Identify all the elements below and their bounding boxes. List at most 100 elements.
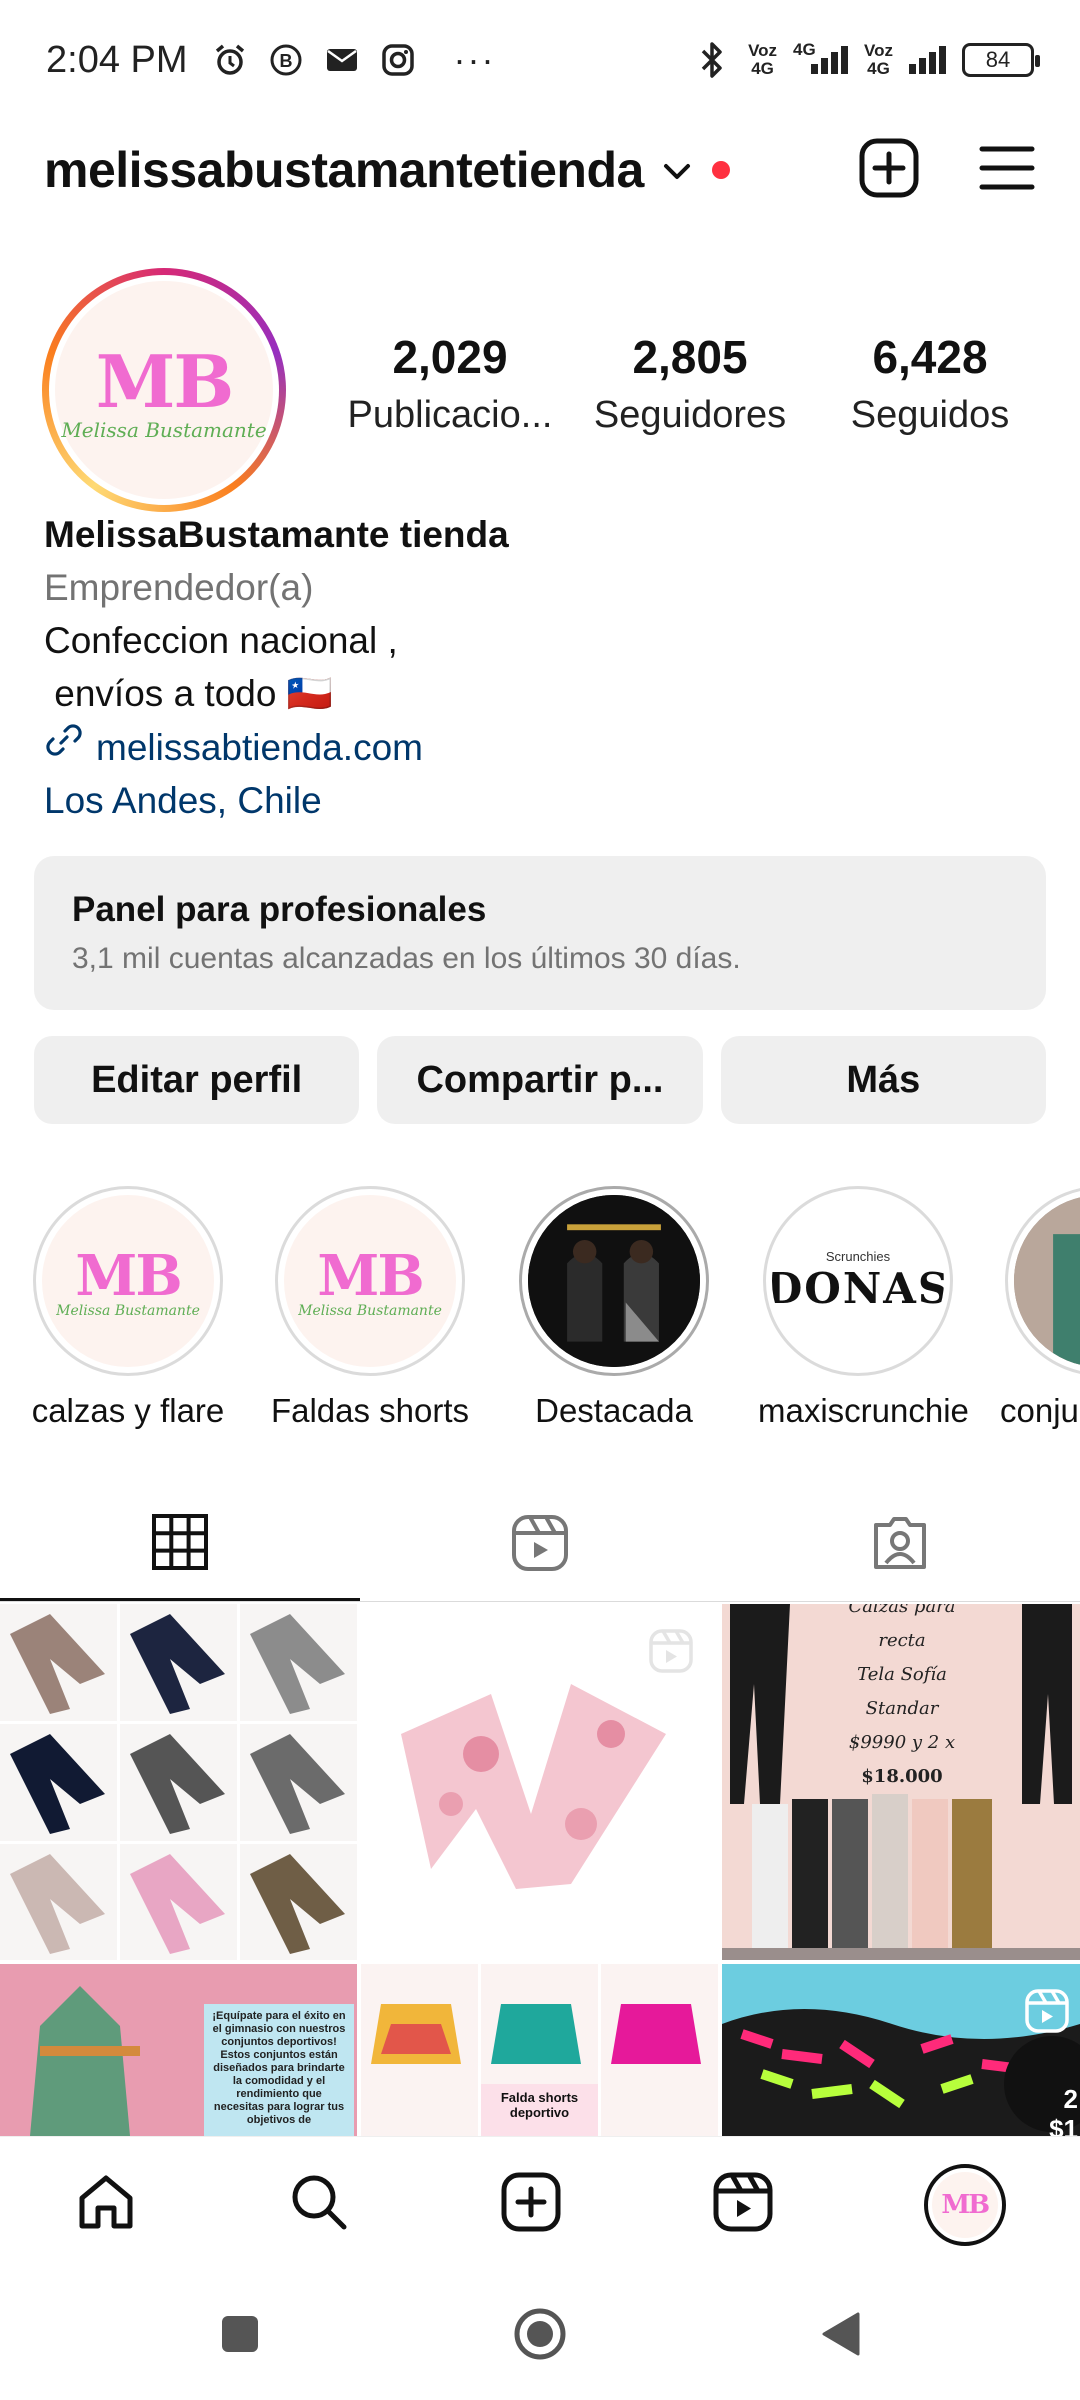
chevron-down-icon[interactable] (662, 162, 692, 187)
pro-panel-title: Panel para profesionales (72, 890, 487, 929)
bottom-navigation: MB (0, 2136, 1080, 2272)
stat-following[interactable]: 6,428 Seguidos (810, 330, 1050, 437)
profile-stats: 2,029 Publicacio... 2,805 Seguidores 6,4… (330, 330, 1050, 437)
create-button[interactable] (858, 137, 920, 204)
post-3-caption: Calzas para recta Tela Sofía Standar $99… (822, 1604, 982, 1794)
tab-tagged[interactable] (720, 1490, 1080, 1601)
tab-reels[interactable] (360, 1490, 720, 1601)
post-3-line-5: $18.000 (861, 1766, 943, 1787)
highlight-faldas-logo: MB Melissa Bustamante (284, 1195, 456, 1367)
instagram-icon (378, 40, 418, 80)
network-label-1: Voz 4G (748, 41, 778, 78)
display-name: MelissaBustamante tienda (44, 514, 509, 555)
website-link-text: melissabtienda.com (96, 726, 423, 768)
network-label-2: 4G (793, 40, 816, 59)
profile-header: melissabustamantetienda (0, 128, 1080, 212)
pro-panel-subtitle: 3,1 mil cuentas alcanzadas en los último… (72, 942, 741, 975)
alarm-icon (210, 40, 250, 80)
highlight-conjuntos[interactable]: conju (1000, 1186, 1080, 1430)
post-3-line-3: Standar (865, 1698, 939, 1719)
bio-text-line-1: Confeccion nacional , (44, 620, 398, 661)
system-navigation (0, 2272, 1080, 2400)
stat-followers[interactable]: 2,805 Seguidores (570, 330, 810, 437)
highlight-conjuntos-photo (1014, 1195, 1080, 1367)
home-system-button[interactable] (512, 2306, 568, 2367)
highlight-destacada[interactable]: Destacada (514, 1186, 714, 1430)
grid-post-1[interactable] (0, 1604, 357, 1960)
highlight-label: calzas y flare (31, 1392, 225, 1429)
grid-post-4[interactable]: ¡Equípate para el éxito en el gimnasio c… (0, 1964, 357, 2136)
post-5-label: Falda shorts deportivo (481, 2084, 598, 2136)
stat-posts[interactable]: 2,029 Publicacio... (330, 330, 570, 437)
share-profile-button[interactable]: Compartir p... (377, 1036, 703, 1124)
grid-post-5[interactable]: Falda shorts deportivo (361, 1964, 718, 2136)
avatar-logo-text: MB (95, 338, 235, 424)
location-link[interactable]: Los Andes, Chile (44, 774, 1044, 827)
story-highlights: MB Melissa Bustamante calzas y flare MB … (0, 1186, 1080, 1436)
b-app-icon: B (266, 40, 306, 80)
recents-button[interactable] (218, 2312, 262, 2361)
reel-badge-icon (648, 1628, 694, 1679)
create-post-button[interactable] (499, 2170, 563, 2239)
stat-followers-count: 2,805 (632, 331, 748, 383)
profile-actions: Editar perfil Compartir p... Más (34, 1036, 1046, 1124)
notification-dot (711, 161, 730, 179)
more-notifications-icon: ··· (453, 39, 496, 80)
username[interactable]: melissabustamantetienda (44, 141, 644, 199)
profile-avatar[interactable]: MB Melissa Bustamante (42, 268, 286, 512)
post-4-text: ¡Equípate para el éxito en el gimnasio c… (204, 2004, 354, 2136)
network-label-3: Voz 4G (864, 41, 893, 78)
profile-bio: MelissaBustamante tienda Emprendedor(a) … (44, 508, 1044, 827)
reel-badge-icon (1024, 1988, 1070, 2039)
stat-posts-label: Publicacio... (347, 394, 553, 436)
grid-post-3[interactable]: Calzas para recta Tela Sofía Standar $99… (722, 1604, 1080, 1960)
reels-button[interactable] (711, 2170, 775, 2239)
signal-icon-1: 4G (793, 40, 849, 74)
avatar-logo-script: Melissa Bustamante (61, 417, 267, 442)
battery-indicator: 84 (962, 43, 1040, 77)
highlight-destacada-photo (528, 1195, 700, 1367)
home-button[interactable] (74, 2170, 138, 2239)
website-link[interactable]: melissabtienda.com (44, 720, 1044, 774)
stat-posts-count: 2,029 (392, 331, 508, 383)
more-button[interactable]: Más (720, 1036, 1046, 1124)
highlight-label: Faldas shorts (270, 1392, 470, 1429)
status-bar: 2:04 PM B ··· Voz 4G 4G Voz 4G 84 (0, 0, 1080, 120)
search-button[interactable] (287, 2170, 351, 2239)
svg-text:B: B (279, 51, 292, 71)
stat-following-count: 6,428 (872, 331, 988, 383)
menu-icon[interactable] (978, 143, 1036, 198)
reels-icon (510, 1513, 570, 1578)
highlight-label: maxiscrunchie (758, 1392, 969, 1429)
stat-following-label: Seguidos (850, 394, 1010, 436)
posts-grid: Calzas para recta Tela Sofía Standar $99… (0, 1604, 1080, 2136)
highlight-calzas[interactable]: MB Melissa Bustamante calzas y flare (28, 1186, 228, 1430)
tagged-icon (870, 1513, 930, 1578)
highlight-faldas[interactable]: MB Melissa Bustamante Faldas shorts (270, 1186, 470, 1430)
highlight-label: Destacada (535, 1392, 693, 1429)
grid-post-2[interactable] (361, 1604, 718, 1960)
grid-icon (151, 1513, 209, 1576)
post-3-line-2: Tela Sofía (857, 1664, 947, 1685)
battery-level: 84 (985, 47, 1011, 72)
post-3-line-4: $9990 y 2 x (848, 1732, 956, 1753)
back-button[interactable] (818, 2310, 862, 2363)
highlight-calzas-logo: MB Melissa Bustamante (42, 1195, 214, 1367)
highlight-label: conju (1000, 1392, 1079, 1429)
signal-icon-2 (909, 46, 946, 74)
highlight-donas-text: DONAS (772, 1264, 944, 1313)
tab-posts-grid[interactable] (0, 1490, 360, 1601)
highlight-maxiscrunchie[interactable]: Scrunchies DONAS maxiscrunchie (758, 1186, 969, 1430)
profile-tabs (0, 1490, 1080, 1602)
edit-profile-button[interactable]: Editar perfil (34, 1036, 360, 1124)
link-icon (44, 720, 84, 774)
grid-post-6[interactable]: 2 $1 (722, 1964, 1080, 2136)
highlight-donas-logo: Scrunchies DONAS (772, 1195, 944, 1367)
highlight-scrunchies-text: Scrunchies (825, 1249, 891, 1264)
bio-text-line-2: envíos a todo 🇨🇱 (44, 673, 333, 714)
avatar-logo: MB Melissa Bustamante (55, 281, 273, 499)
profile-tab-avatar[interactable]: MB (923, 2163, 1006, 2246)
mail-icon (322, 40, 362, 80)
professional-dashboard-panel[interactable]: Panel para profesionales 3,1 mil cuentas… (34, 856, 1046, 1010)
stat-followers-label: Seguidores (593, 394, 787, 436)
